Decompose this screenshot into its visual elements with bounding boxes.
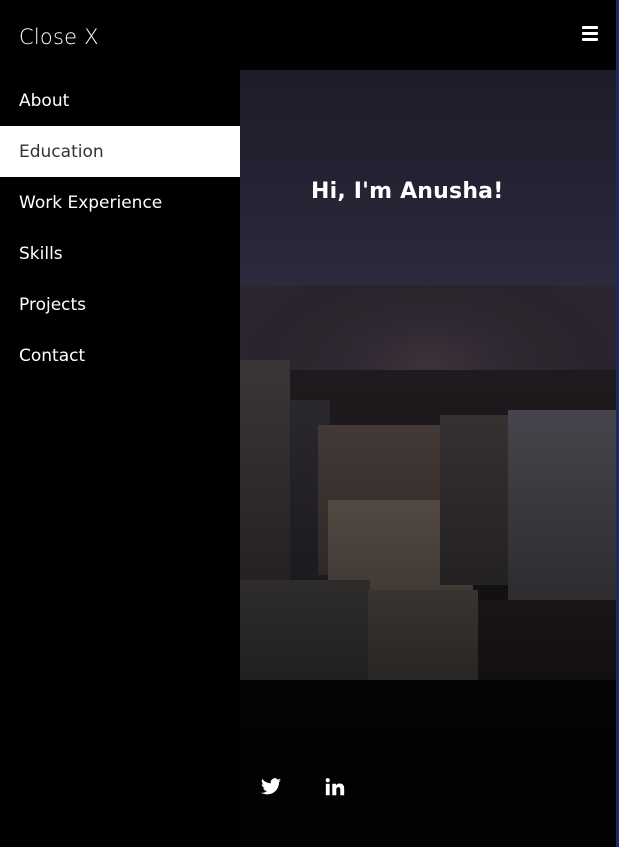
nav-item-work-experience[interactable]: Work Experience (0, 177, 240, 228)
close-menu-link[interactable]: Close X (19, 24, 99, 50)
nav-list: About Education Work Experience Skills P… (0, 70, 240, 381)
page: Close X About Education Work Experience … (0, 0, 619, 847)
hamburger-line (582, 38, 598, 41)
social-links (260, 776, 346, 798)
nav-item-contact[interactable]: Contact (0, 330, 240, 381)
hamburger-line (582, 32, 598, 35)
nav-item-education[interactable]: Education (0, 126, 240, 177)
nav-item-skills[interactable]: Skills (0, 228, 240, 279)
twitter-icon[interactable] (260, 776, 282, 798)
nav-item-about[interactable]: About (0, 75, 240, 126)
linkedin-icon[interactable] (324, 776, 346, 798)
sidebar-nav: About Education Work Experience Skills P… (0, 70, 240, 847)
nav-item-projects[interactable]: Projects (0, 279, 240, 330)
hero-greeting: Hi, I'm Anusha! (311, 178, 504, 204)
hamburger-line (582, 26, 598, 29)
hamburger-icon[interactable] (582, 26, 600, 42)
hero-section: Hi, I'm Anusha! (240, 70, 616, 847)
top-bar: Close X (0, 0, 616, 70)
